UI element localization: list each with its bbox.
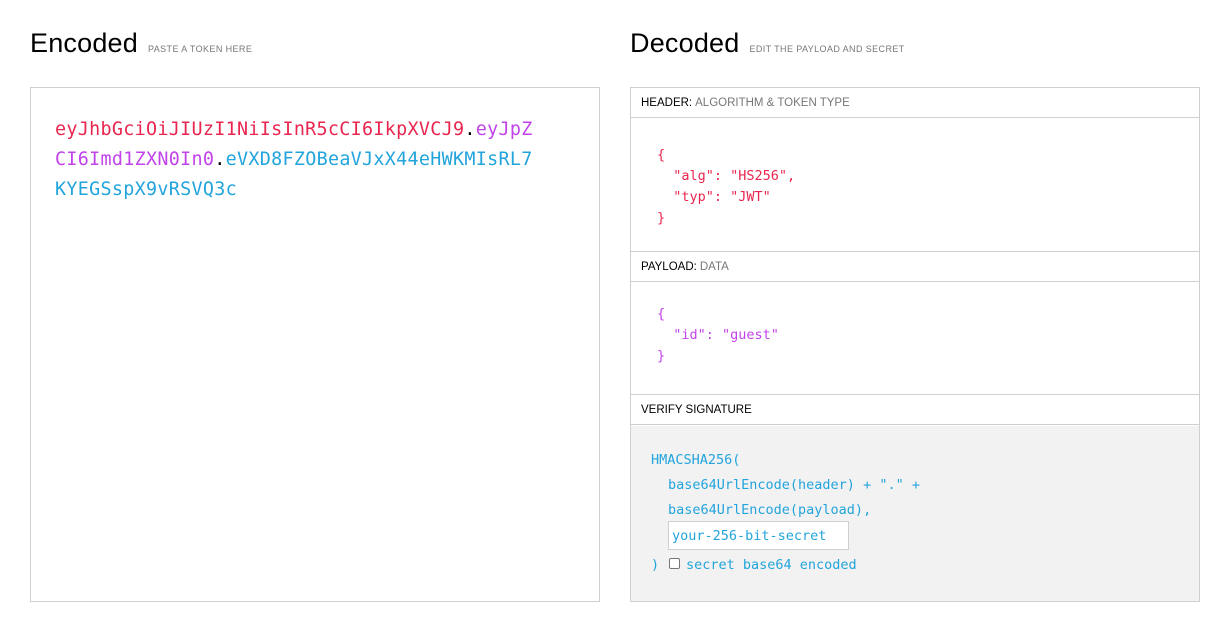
header-section-label: HEADER: ALGORITHM & TOKEN TYPE bbox=[631, 88, 1199, 118]
payload-section-label: PAYLOAD: DATA bbox=[631, 252, 1199, 282]
token-header-segment: eyJhbGciOiJIUzI1NiIsInR5cCI6IkpXVCJ9 bbox=[55, 119, 465, 140]
signature-line-2: base64UrlEncode(header) + "." + bbox=[668, 477, 920, 493]
decoded-panel: HEADER: ALGORITHM & TOKEN TYPE { "alg": "… bbox=[630, 87, 1200, 602]
signature-close-paren: ) bbox=[651, 557, 660, 573]
signature-line-3: base64UrlEncode(payload), bbox=[668, 502, 872, 518]
decoded-subtitle: EDIT THE PAYLOAD AND SECRET bbox=[749, 44, 905, 54]
secret-input[interactable] bbox=[668, 521, 849, 550]
secret-base64-label[interactable]: secret base64 encoded bbox=[686, 557, 857, 573]
encoded-subtitle: PASTE A TOKEN HERE bbox=[148, 44, 253, 54]
encoded-heading: Encoded PASTE A TOKEN HERE bbox=[30, 28, 252, 59]
payload-json[interactable]: { "id": "guest" } bbox=[657, 304, 779, 367]
signature-area: HMACSHA256( base64UrlEncode(header) + ".… bbox=[631, 426, 1199, 601]
decoded-title: Decoded bbox=[630, 28, 740, 58]
header-description: ALGORITHM & TOKEN TYPE bbox=[695, 97, 850, 109]
payload-label: PAYLOAD: bbox=[641, 261, 697, 273]
token-dot: . bbox=[464, 119, 476, 140]
payload-description: DATA bbox=[699, 261, 729, 273]
header-editor[interactable]: { "alg": "HS256", "typ": "JWT" } bbox=[631, 119, 1199, 251]
decoded-heading: Decoded EDIT THE PAYLOAD AND SECRET bbox=[630, 28, 905, 59]
secret-base64-checkbox[interactable] bbox=[669, 558, 680, 569]
payload-editor[interactable]: { "id": "guest" } bbox=[631, 283, 1199, 394]
header-json[interactable]: { "alg": "HS256", "typ": "JWT" } bbox=[657, 145, 795, 229]
token-dot: . bbox=[214, 149, 226, 170]
encoded-token-text[interactable]: eyJhbGciOiJIUzI1NiIsInR5cCI6IkpXVCJ9.eyJ… bbox=[55, 115, 535, 205]
signature-label: VERIFY SIGNATURE bbox=[641, 404, 752, 416]
encoded-title: Encoded bbox=[30, 28, 138, 58]
signature-section-label: VERIFY SIGNATURE bbox=[631, 395, 1199, 425]
signature-line-1: HMACSHA256( bbox=[651, 452, 741, 468]
encoded-token-editor[interactable]: eyJhbGciOiJIUzI1NiIsInR5cCI6IkpXVCJ9.eyJ… bbox=[30, 87, 600, 602]
header-label: HEADER: bbox=[641, 97, 693, 109]
